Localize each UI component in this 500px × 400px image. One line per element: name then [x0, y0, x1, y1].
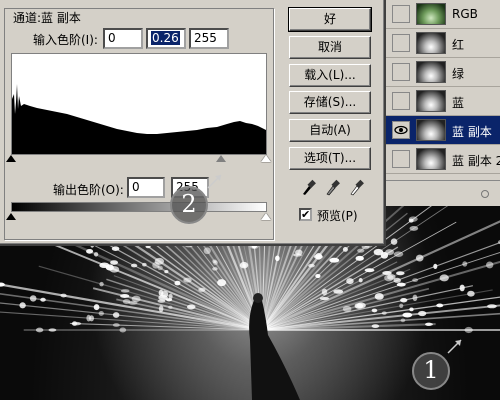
save-button[interactable]: 存储(S)... — [289, 91, 371, 114]
channel-thumbnail — [416, 32, 446, 54]
channel-thumbnail — [416, 3, 446, 25]
output-slider[interactable] — [6, 213, 271, 221]
channel-label: 通道:蓝 副本 — [11, 9, 83, 26]
channel-thumbnail — [416, 61, 446, 83]
arrow-icon — [447, 339, 462, 354]
channel-row-blue[interactable]: 蓝 — [386, 87, 500, 116]
input-black-handle[interactable] — [6, 155, 16, 162]
channel-label: RGB — [452, 7, 478, 21]
black-eyedropper-icon[interactable] — [300, 178, 316, 196]
channel-label: 蓝 副本 2 — [452, 154, 500, 168]
output-white-handle[interactable] — [261, 213, 271, 220]
visibility-toggle[interactable] — [392, 92, 410, 110]
visibility-toggle[interactable] — [392, 63, 410, 81]
output-levels-label: 输出色阶(O): — [53, 183, 124, 197]
arrow-icon — [207, 174, 222, 189]
ok-button[interactable]: 好 — [288, 7, 372, 32]
histogram — [11, 53, 267, 155]
channel-row-blue-copy-2[interactable]: 蓝 副本 2 — [386, 145, 500, 174]
channel-row-red[interactable]: 红 — [386, 29, 500, 58]
channel-label: 蓝 — [452, 96, 465, 110]
callout-marker-1: 1 — [412, 352, 450, 390]
check-mark-icon: ✔ — [301, 208, 311, 221]
channel-thumbnail — [416, 148, 446, 170]
visibility-toggle[interactable] — [392, 150, 410, 168]
input-white-handle[interactable] — [261, 155, 271, 162]
output-black-field[interactable]: 0 — [127, 177, 165, 198]
channel-row-rgb[interactable]: RGB — [386, 0, 500, 29]
channel-row-green[interactable]: 绿 — [386, 58, 500, 87]
histogram-graph — [12, 84, 266, 154]
options-button[interactable]: 选项(T)... — [289, 147, 371, 170]
gray-eyedropper-icon[interactable] — [324, 178, 340, 196]
channel-row-blue-copy[interactable]: 蓝 副本 — [386, 116, 500, 145]
channel-label: 蓝 副本 — [452, 125, 492, 139]
visibility-toggle[interactable] — [392, 5, 410, 23]
panel-resize-icon[interactable] — [481, 190, 489, 198]
channel-thumbnail — [416, 119, 446, 141]
channel-thumbnail — [416, 90, 446, 112]
preview-label: 预览(P) — [317, 209, 358, 223]
output-black-handle[interactable] — [6, 213, 16, 220]
input-gamma-field[interactable]: 0.26 — [146, 28, 186, 49]
input-gamma-handle[interactable] — [216, 155, 226, 162]
visibility-toggle[interactable] — [392, 34, 410, 52]
preview-checkbox[interactable]: ✔ — [299, 208, 312, 221]
callout-marker-2: 2 — [170, 186, 208, 224]
input-black-field[interactable]: 0 — [103, 28, 143, 49]
cancel-button[interactable]: 取消 — [289, 36, 371, 59]
channel-label: 红 — [452, 38, 465, 52]
white-eyedropper-icon[interactable] — [348, 178, 364, 196]
load-button[interactable]: 载入(L)... — [289, 64, 371, 87]
input-white-field[interactable]: 255 — [189, 28, 229, 49]
channel-label: 绿 — [452, 67, 465, 81]
input-slider[interactable] — [6, 155, 271, 163]
channel-groupbox: 通道:蓝 副本 输入色阶(I): 0 0.26 255 输出色阶(O): 0 2… — [4, 8, 274, 240]
channels-panel-footer — [386, 180, 500, 206]
channels-panel: RGB 红 绿 蓝 蓝 副本 蓝 副本 2 — [385, 0, 500, 206]
input-levels-label: 输入色阶(I): — [33, 33, 98, 47]
visibility-toggle[interactable] — [392, 121, 410, 139]
eye-icon — [394, 125, 408, 135]
output-gradient-bar — [11, 202, 267, 212]
auto-button[interactable]: 自动(A) — [289, 119, 371, 142]
